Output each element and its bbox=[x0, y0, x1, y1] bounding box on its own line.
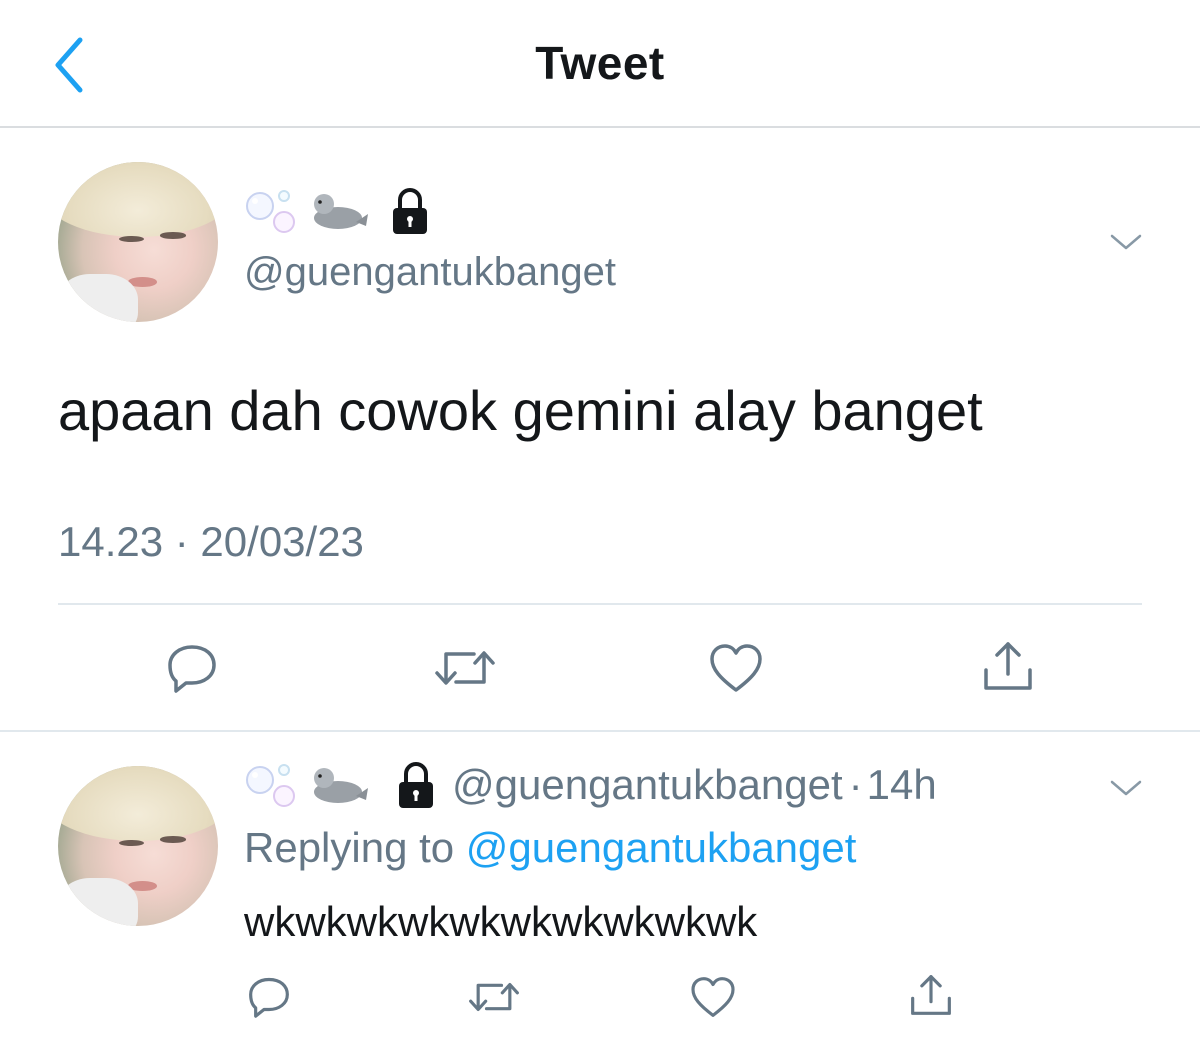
tweet-text: apaan dah cowok gemini alay banget bbox=[58, 379, 983, 442]
tweet-timestamp[interactable]: 14.23 · 20/03/23 bbox=[58, 518, 364, 566]
like-icon bbox=[691, 977, 735, 1017]
time-ago: 14h bbox=[866, 761, 937, 808]
reply-icon bbox=[168, 645, 216, 693]
chevron-down-icon bbox=[1110, 234, 1142, 250]
reply-button[interactable] bbox=[244, 972, 294, 1022]
replying-to-link[interactable]: @guengantukbanget bbox=[466, 824, 857, 871]
bubbles-icon bbox=[246, 764, 295, 807]
reply-text: wkwkwkwkwkwkwkwkwkwk bbox=[244, 898, 758, 945]
top-nav-bar: Tweet bbox=[0, 0, 1200, 128]
bubbles-icon bbox=[246, 190, 295, 233]
lock-icon bbox=[393, 188, 427, 234]
like-button[interactable] bbox=[688, 972, 738, 1022]
reply-icon bbox=[249, 977, 289, 1018]
display-name[interactable] bbox=[244, 186, 432, 236]
tweet-menu-button[interactable] bbox=[1106, 772, 1146, 802]
separator-dot: · bbox=[848, 761, 863, 808]
retweet-button[interactable] bbox=[466, 972, 522, 1022]
share-icon bbox=[984, 642, 1032, 690]
like-button[interactable] bbox=[706, 638, 766, 698]
divider bbox=[58, 603, 1142, 605]
replying-to: Replying to @guengantukbanget bbox=[244, 824, 856, 872]
share-icon bbox=[911, 975, 951, 1015]
retweet-button[interactable] bbox=[432, 638, 498, 698]
tweet-menu-button[interactable] bbox=[1106, 226, 1146, 256]
avatar[interactable] bbox=[58, 766, 218, 926]
reply-button[interactable] bbox=[162, 638, 222, 698]
page-title: Tweet bbox=[535, 37, 665, 89]
like-icon bbox=[710, 644, 762, 692]
seal-icon bbox=[314, 194, 368, 229]
user-handle[interactable]: @guengantukbanget bbox=[244, 250, 616, 295]
reply-header[interactable]: @guengantukbanget · 14h bbox=[244, 760, 937, 810]
replying-prefix: Replying to bbox=[244, 824, 455, 871]
lock-icon bbox=[399, 762, 433, 808]
share-button[interactable] bbox=[978, 636, 1038, 696]
chevron-down-icon bbox=[1110, 780, 1142, 796]
retweet-icon bbox=[435, 651, 495, 685]
avatar[interactable] bbox=[58, 162, 218, 322]
share-button[interactable] bbox=[906, 970, 956, 1020]
section-divider bbox=[0, 730, 1200, 732]
retweet-icon bbox=[469, 982, 519, 1012]
user-handle: @guengantukbanget bbox=[452, 761, 843, 808]
seal-icon bbox=[314, 768, 368, 803]
